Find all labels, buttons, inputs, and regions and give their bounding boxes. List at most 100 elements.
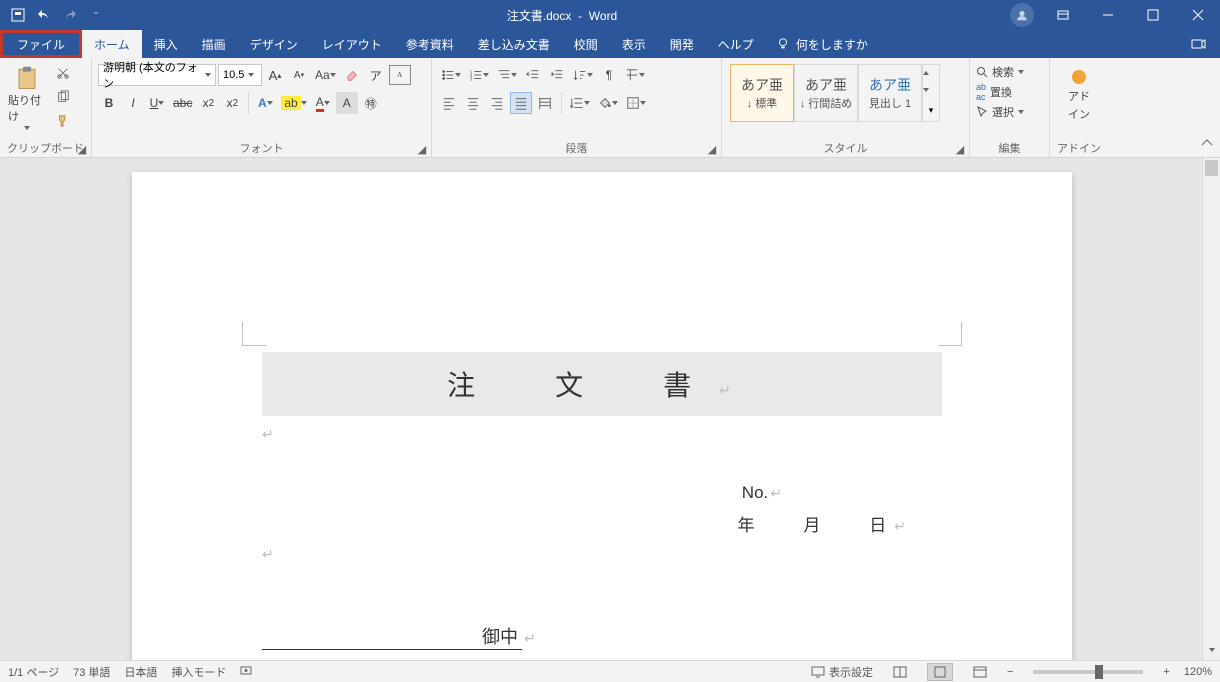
tab-layout[interactable]: レイアウト (310, 30, 394, 58)
zoom-slider[interactable] (1033, 670, 1143, 674)
grow-font-button[interactable]: A▴ (264, 64, 286, 86)
display-settings-button[interactable]: 表示設定 (811, 664, 873, 680)
paste-button[interactable]: 貼り付け (6, 62, 48, 134)
scrollbar-down-icon[interactable] (1203, 642, 1220, 658)
select-button[interactable]: 選択 (976, 102, 1024, 122)
tab-insert[interactable]: 挿入 (142, 30, 190, 58)
replace-button[interactable]: abac置換 (976, 82, 1012, 102)
text-effects-button[interactable]: A (254, 92, 276, 114)
status-bar: 1/1 ページ 73 単語 日本語 挿入モード 表示設定 − + 120% (0, 660, 1220, 682)
distributed-button[interactable] (534, 92, 556, 114)
tab-view[interactable]: 表示 (610, 30, 658, 58)
italic-button[interactable]: I (122, 92, 144, 114)
line-spacing-button[interactable] (567, 92, 593, 114)
increase-indent-button[interactable] (546, 64, 568, 86)
highlight-button[interactable]: ab (278, 92, 309, 114)
tab-design[interactable]: デザイン (238, 30, 310, 58)
style-nospacing[interactable]: あア亜 ↓ 行間詰め (794, 64, 858, 122)
vertical-scrollbar[interactable] (1202, 158, 1220, 660)
dialog-launcher-icon[interactable]: ◢ (76, 143, 88, 155)
share-button[interactable] (1176, 30, 1220, 58)
dialog-launcher-icon[interactable]: ◢ (706, 143, 718, 155)
tab-home[interactable]: ホーム (82, 30, 142, 58)
find-button[interactable]: 検索 (976, 62, 1024, 82)
decrease-indent-button[interactable] (522, 64, 544, 86)
align-right-button[interactable] (486, 92, 508, 114)
tab-developer[interactable]: 開発 (658, 30, 706, 58)
tab-draw[interactable]: 描画 (190, 30, 238, 58)
addins-button[interactable]: アド イン (1058, 64, 1100, 126)
zoom-level[interactable]: 120% (1184, 666, 1212, 678)
tab-review[interactable]: 校閲 (562, 30, 610, 58)
autosave-icon[interactable] (10, 7, 26, 23)
enclose-characters-button[interactable]: A (389, 65, 411, 85)
style-gallery-scroll[interactable]: ▾ (922, 64, 940, 122)
view-web-layout[interactable] (967, 663, 993, 681)
maximize-button[interactable] (1130, 0, 1175, 30)
superscript-button[interactable]: x2 (221, 92, 243, 114)
crop-mark-icon (938, 322, 962, 346)
numbering-button[interactable]: 123 (466, 64, 492, 86)
undo-icon[interactable] (36, 7, 52, 23)
document-content[interactable]: 注 文 書↵ ↵ No.↵ 年 月 日↵ ↵ 御中↵ ↵ (262, 352, 942, 660)
tell-me-search[interactable]: 何をしますか (766, 30, 878, 58)
strikethrough-button[interactable]: abc (170, 92, 195, 114)
status-word-count[interactable]: 73 単語 (73, 664, 110, 680)
view-print-layout[interactable] (927, 663, 953, 681)
enclose-char-button[interactable]: ㊕ (360, 92, 382, 114)
qat-customize-icon[interactable]: ⁼ (88, 7, 104, 23)
bullets-button[interactable] (438, 64, 464, 86)
dialog-launcher-icon[interactable]: ◢ (954, 143, 966, 155)
zoom-out-button[interactable]: − (1007, 666, 1013, 678)
zoom-in-button[interactable]: + (1163, 666, 1169, 678)
ribbon-display-options[interactable] (1040, 0, 1085, 30)
borders-button[interactable] (623, 92, 649, 114)
multilevel-list-button[interactable] (494, 64, 520, 86)
asian-layout-button[interactable] (622, 64, 648, 86)
minimize-button[interactable] (1085, 0, 1130, 30)
redo-icon[interactable] (62, 7, 78, 23)
font-size-combo[interactable]: 10.5 (218, 64, 262, 86)
bold-button[interactable]: B (98, 92, 120, 114)
style-normal[interactable]: あア亜 ↓ 標準 (730, 64, 794, 122)
dialog-launcher-icon[interactable]: ◢ (416, 143, 428, 155)
character-shading-button[interactable]: A (336, 92, 358, 114)
tab-mailings[interactable]: 差し込み文書 (466, 30, 562, 58)
font-name-combo[interactable]: 游明朝 (本文のフォン (98, 64, 216, 86)
underline-button[interactable]: U (146, 92, 168, 114)
sort-button[interactable] (570, 64, 596, 86)
format-painter-button[interactable] (52, 110, 74, 132)
cut-button[interactable] (52, 62, 74, 84)
addin-icon (1070, 68, 1088, 86)
group-paragraph: 123 ¶ 段落 ◢ (432, 58, 722, 157)
scrollbar-thumb[interactable] (1205, 160, 1218, 176)
tab-help[interactable]: ヘルプ (706, 30, 766, 58)
justify-button[interactable] (510, 92, 532, 114)
status-page[interactable]: 1/1 ページ (8, 664, 59, 680)
group-paragraph-label: 段落 (566, 140, 588, 156)
align-left-button[interactable] (438, 92, 460, 114)
status-insert-mode[interactable]: 挿入モード (171, 664, 226, 680)
document-page[interactable]: 注 文 書↵ ↵ No.↵ 年 月 日↵ ↵ 御中↵ ↵ (132, 172, 1072, 660)
font-color-button[interactable]: A (312, 92, 334, 114)
status-language[interactable]: 日本語 (124, 664, 157, 680)
change-case-button[interactable]: Aa (312, 64, 339, 86)
style-heading1[interactable]: あア亜 見出し 1 (858, 64, 922, 122)
tab-file[interactable]: ファイル (0, 30, 82, 58)
style-gallery[interactable]: あア亜 ↓ 標準 あア亜 ↓ 行間詰め あア亜 見出し 1 ▾ (730, 64, 940, 122)
close-button[interactable] (1175, 0, 1220, 30)
show-marks-button[interactable]: ¶ (598, 64, 620, 86)
view-read-mode[interactable] (887, 663, 913, 681)
shrink-font-button[interactable]: A▾ (288, 64, 310, 86)
subscript-button[interactable]: x2 (197, 92, 219, 114)
collapse-ribbon-icon[interactable] (1200, 136, 1214, 155)
clear-formatting-button[interactable] (341, 64, 363, 86)
macro-recording-icon[interactable] (240, 664, 252, 679)
tab-references[interactable]: 参考資料 (394, 30, 466, 58)
copy-button[interactable] (52, 86, 74, 108)
zoom-slider-knob[interactable] (1095, 665, 1103, 679)
account-icon[interactable] (1010, 3, 1034, 27)
shading-button[interactable] (595, 92, 621, 114)
phonetic-guide-button[interactable]: ア (365, 64, 387, 86)
align-center-button[interactable] (462, 92, 484, 114)
